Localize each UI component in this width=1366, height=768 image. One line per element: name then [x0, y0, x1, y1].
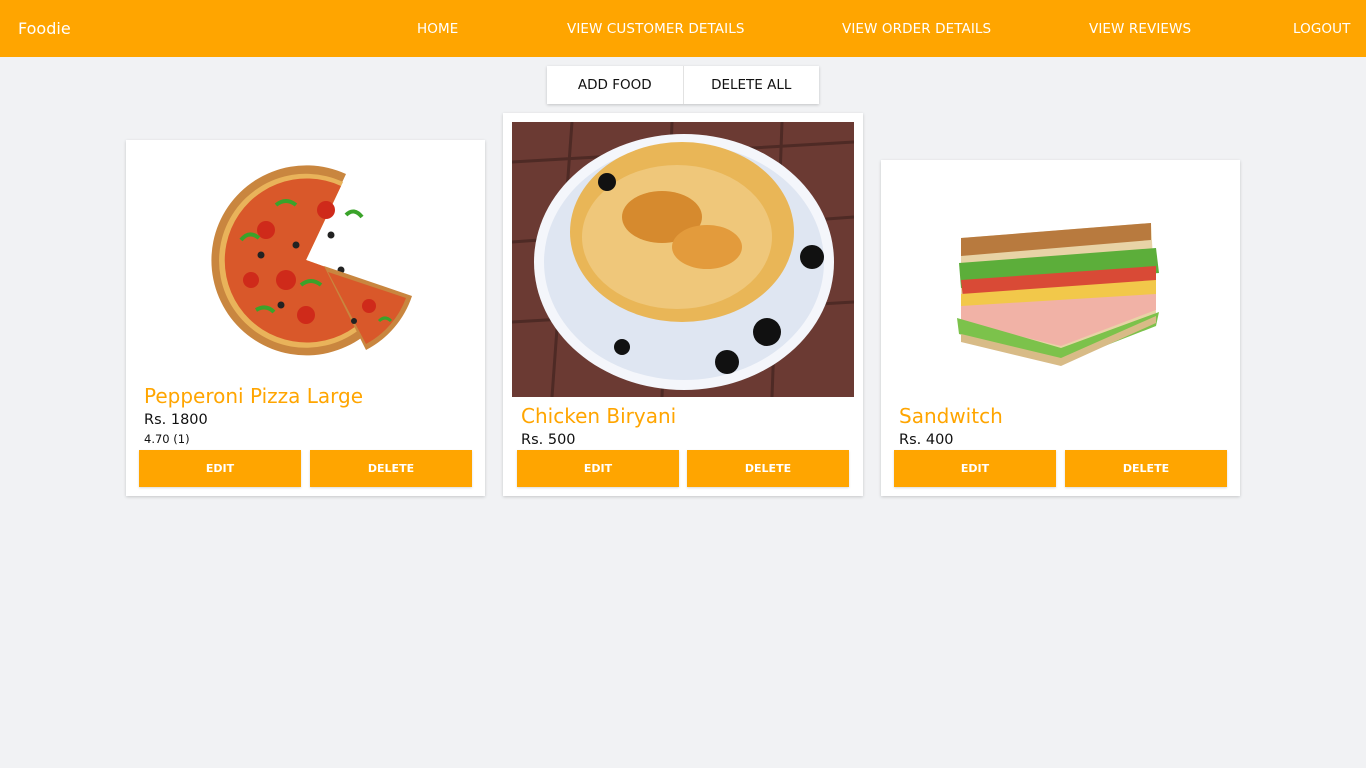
- brand-logo[interactable]: Foodie: [18, 19, 71, 39]
- food-name[interactable]: Pepperoni Pizza Large: [144, 384, 363, 408]
- nav-view-customer-details[interactable]: VIEW CUSTOMER DETAILS: [567, 20, 745, 38]
- edit-button[interactable]: EDIT: [517, 450, 679, 487]
- top-navbar: Foodie HOME VIEW CUSTOMER DETAILS VIEW O…: [0, 0, 1366, 57]
- nav-logout[interactable]: LOGOUT: [1293, 20, 1350, 38]
- food-price: Rs. 400: [899, 432, 954, 448]
- edit-button[interactable]: EDIT: [139, 450, 301, 487]
- food-card: Pepperoni Pizza Large Rs. 1800 4.70 (1) …: [126, 140, 485, 496]
- food-rating: 4.70 (1): [144, 432, 190, 446]
- food-card: Chicken Biryani Rs. 500 EDIT DELETE: [503, 113, 863, 496]
- food-name[interactable]: Chicken Biryani: [521, 404, 676, 428]
- food-price: Rs. 1800: [144, 412, 208, 428]
- food-price: Rs. 500: [521, 432, 576, 448]
- add-food-button[interactable]: ADD FOOD: [547, 66, 683, 104]
- nav-view-order-details[interactable]: VIEW ORDER DETAILS: [842, 20, 991, 38]
- sandwich-image: [951, 218, 1171, 368]
- nav-view-reviews[interactable]: VIEW REVIEWS: [1089, 20, 1191, 38]
- delete-all-button[interactable]: DELETE ALL: [682, 66, 820, 104]
- delete-button[interactable]: DELETE: [310, 450, 472, 487]
- nav-home[interactable]: HOME: [417, 20, 458, 38]
- food-name[interactable]: Sandwitch: [899, 404, 1003, 428]
- biryani-image: [512, 122, 854, 397]
- delete-button[interactable]: DELETE: [687, 450, 849, 487]
- pizza-image: [196, 160, 416, 370]
- delete-button[interactable]: DELETE: [1065, 450, 1227, 487]
- food-toolbar: ADD FOOD DELETE ALL: [547, 66, 819, 104]
- food-card: Sandwitch Rs. 400 EDIT DELETE: [881, 160, 1240, 496]
- edit-button[interactable]: EDIT: [894, 450, 1056, 487]
